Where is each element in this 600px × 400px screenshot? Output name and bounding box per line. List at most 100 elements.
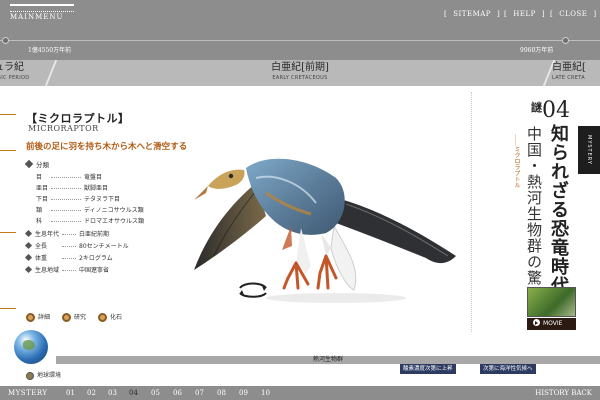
info-row: 生息地域 中国遼寧省	[24, 265, 109, 274]
research-button-label: 研究	[74, 314, 87, 321]
leader-dots	[62, 234, 76, 235]
timeline-line	[0, 40, 600, 41]
nav-item-08[interactable]: 08	[217, 386, 226, 400]
period-name: ュラ紀	[0, 62, 24, 73]
fauna-label: 熱河生物群	[312, 356, 343, 363]
left-tick	[0, 308, 16, 309]
leader-dots	[51, 177, 81, 178]
mystery-species-tag: ミクロラプトル	[512, 134, 521, 188]
leader-dots	[62, 258, 76, 259]
classification-row: 下目 テタヌラ下目	[36, 194, 120, 203]
mystery-subtitle: 中国・熱河生物群の驚異	[525, 126, 543, 302]
mystery-tab[interactable]: MYSTERY	[578, 126, 600, 174]
info-value: 2キログラム	[79, 255, 113, 262]
nav-item-06[interactable]: 06	[173, 386, 182, 400]
species-english-name: MICRORAPTOR	[28, 124, 99, 133]
classification-value: ドロマエオサウルス類	[84, 218, 145, 225]
main-menu-logo[interactable]: MAINMENU	[10, 4, 74, 24]
environment-event[interactable]: 酸素濃度次第に上昇	[400, 364, 456, 374]
info-value: 白亜紀前期	[79, 231, 110, 238]
classification-heading-text: 分類	[36, 161, 49, 169]
detail-dot-icon	[26, 313, 35, 322]
environment-label: 地球環境	[37, 372, 62, 379]
close-link[interactable]: CLOSE	[550, 7, 597, 21]
bottom-nav-label: MYSTERY	[8, 389, 48, 397]
period-jurassic[interactable]: ュラ紀 ASIC PERIOD	[0, 62, 54, 82]
info-label: 生息地域	[35, 267, 60, 274]
history-back-link[interactable]: HISTORY BACK	[535, 386, 592, 400]
period-band: ュラ紀 ASIC PERIOD 白亜紀[前期] EARLY CRETACEOUS…	[0, 60, 600, 86]
nav-item-05[interactable]: 05	[151, 386, 160, 400]
sitemap-link[interactable]: SITEMAP	[444, 7, 500, 21]
classification-label: 類	[36, 207, 43, 214]
diamond-bullet-icon	[24, 229, 33, 238]
timeline-start-label: 1億4550万年前	[28, 47, 72, 54]
logo-mark-icon	[10, 4, 74, 13]
fossil-button-label: 化石	[110, 314, 123, 321]
movie-label: MOVIE	[543, 320, 563, 327]
classification-value: 獣脚亜目	[84, 185, 109, 192]
right-wing	[336, 198, 456, 264]
environment-event[interactable]: 次第に海洋性気候へ	[480, 364, 536, 374]
nav-item-02[interactable]: 02	[87, 386, 96, 400]
leader-dots	[51, 199, 81, 200]
play-icon	[533, 319, 540, 326]
diamond-bullet-icon	[24, 241, 33, 250]
mystery-number: 謎04	[531, 98, 570, 123]
movie-thumbnail[interactable]	[527, 287, 576, 317]
nav-item-09[interactable]: 09	[239, 386, 248, 400]
help-link[interactable]: HELP	[504, 7, 545, 21]
diamond-bullet-icon	[24, 253, 33, 262]
main-content: 【ミクロラプトル】 MICRORAPTOR 前後の足に羽を持ち木から木へと滑空す…	[0, 86, 600, 364]
classification-label: 科	[36, 218, 43, 225]
research-dot-icon	[62, 313, 71, 322]
species-tagline: 前後の足に羽を持ち木から木へと滑空する	[26, 142, 188, 152]
leader-dots	[51, 221, 81, 222]
timeline-marker-end	[562, 37, 569, 44]
globe-land	[23, 340, 35, 350]
fauna-band: 熱河生物群	[56, 356, 600, 364]
nav-item-10[interactable]: 10	[261, 386, 270, 400]
earth-globe-icon[interactable]	[14, 330, 48, 364]
bottom-nav: MYSTERY 01 02 03 04 05 06 07 08 09 10 HI…	[0, 386, 600, 400]
detail-button[interactable]: 詳細	[26, 312, 50, 324]
period-name: 白亜紀[	[552, 62, 586, 73]
head	[208, 169, 245, 189]
mystery-tab-label: MYSTERY	[586, 135, 592, 165]
leader-dots	[62, 270, 76, 271]
diamond-bullet-icon	[24, 159, 34, 169]
info-label: 体重	[35, 255, 48, 262]
mystery-digits: 04	[542, 98, 570, 123]
period-en: EARLY CRETACEOUS	[272, 75, 328, 81]
mystery-title: 知られざる恐竜時代	[548, 124, 569, 295]
nav-item-04[interactable]: 04	[129, 386, 138, 400]
info-value: 80センチメートル	[79, 243, 129, 250]
tail-feathers	[330, 224, 357, 291]
classification-label: 目	[36, 174, 43, 181]
earth-environment-link[interactable]: 地球環境	[26, 370, 61, 380]
info-label: 生息年代	[35, 231, 60, 238]
nav-item-01[interactable]: 01	[66, 386, 75, 400]
left-tick	[0, 232, 16, 233]
period-late-cretaceous[interactable]: 白亜紀[ LATE CRETA	[552, 62, 600, 82]
movie-button[interactable]: MOVIE	[527, 318, 576, 330]
logo-text: MAINMENU	[10, 13, 64, 21]
timeline-end-label: 9960万年前	[520, 47, 554, 54]
left-tick	[0, 114, 16, 115]
period-early-cretaceous: 白亜紀[前期] EARLY CRETACEOUS	[240, 62, 360, 82]
research-button[interactable]: 研究	[62, 312, 86, 324]
classification-row: 目 竜盤目	[36, 172, 102, 181]
info-label: 全長	[35, 243, 48, 250]
detail-button-label: 詳細	[38, 314, 51, 321]
rotate-view-icon[interactable]	[236, 280, 270, 300]
classification-label: 亜目	[36, 185, 49, 192]
fossil-button[interactable]: 化石	[98, 312, 122, 324]
nav-item-07[interactable]: 07	[195, 386, 204, 400]
timeline-band: 1億4550万年前 9960万年前	[0, 30, 600, 60]
nav-item-03[interactable]: 03	[108, 386, 117, 400]
diamond-bullet-icon	[24, 265, 33, 274]
mystery-kanji: 謎	[531, 101, 542, 114]
top-bar: MAINMENU SITEMAP HELP CLOSE	[0, 0, 600, 30]
period-name: 白亜紀[前期]	[271, 62, 329, 73]
left-tick	[0, 150, 16, 151]
